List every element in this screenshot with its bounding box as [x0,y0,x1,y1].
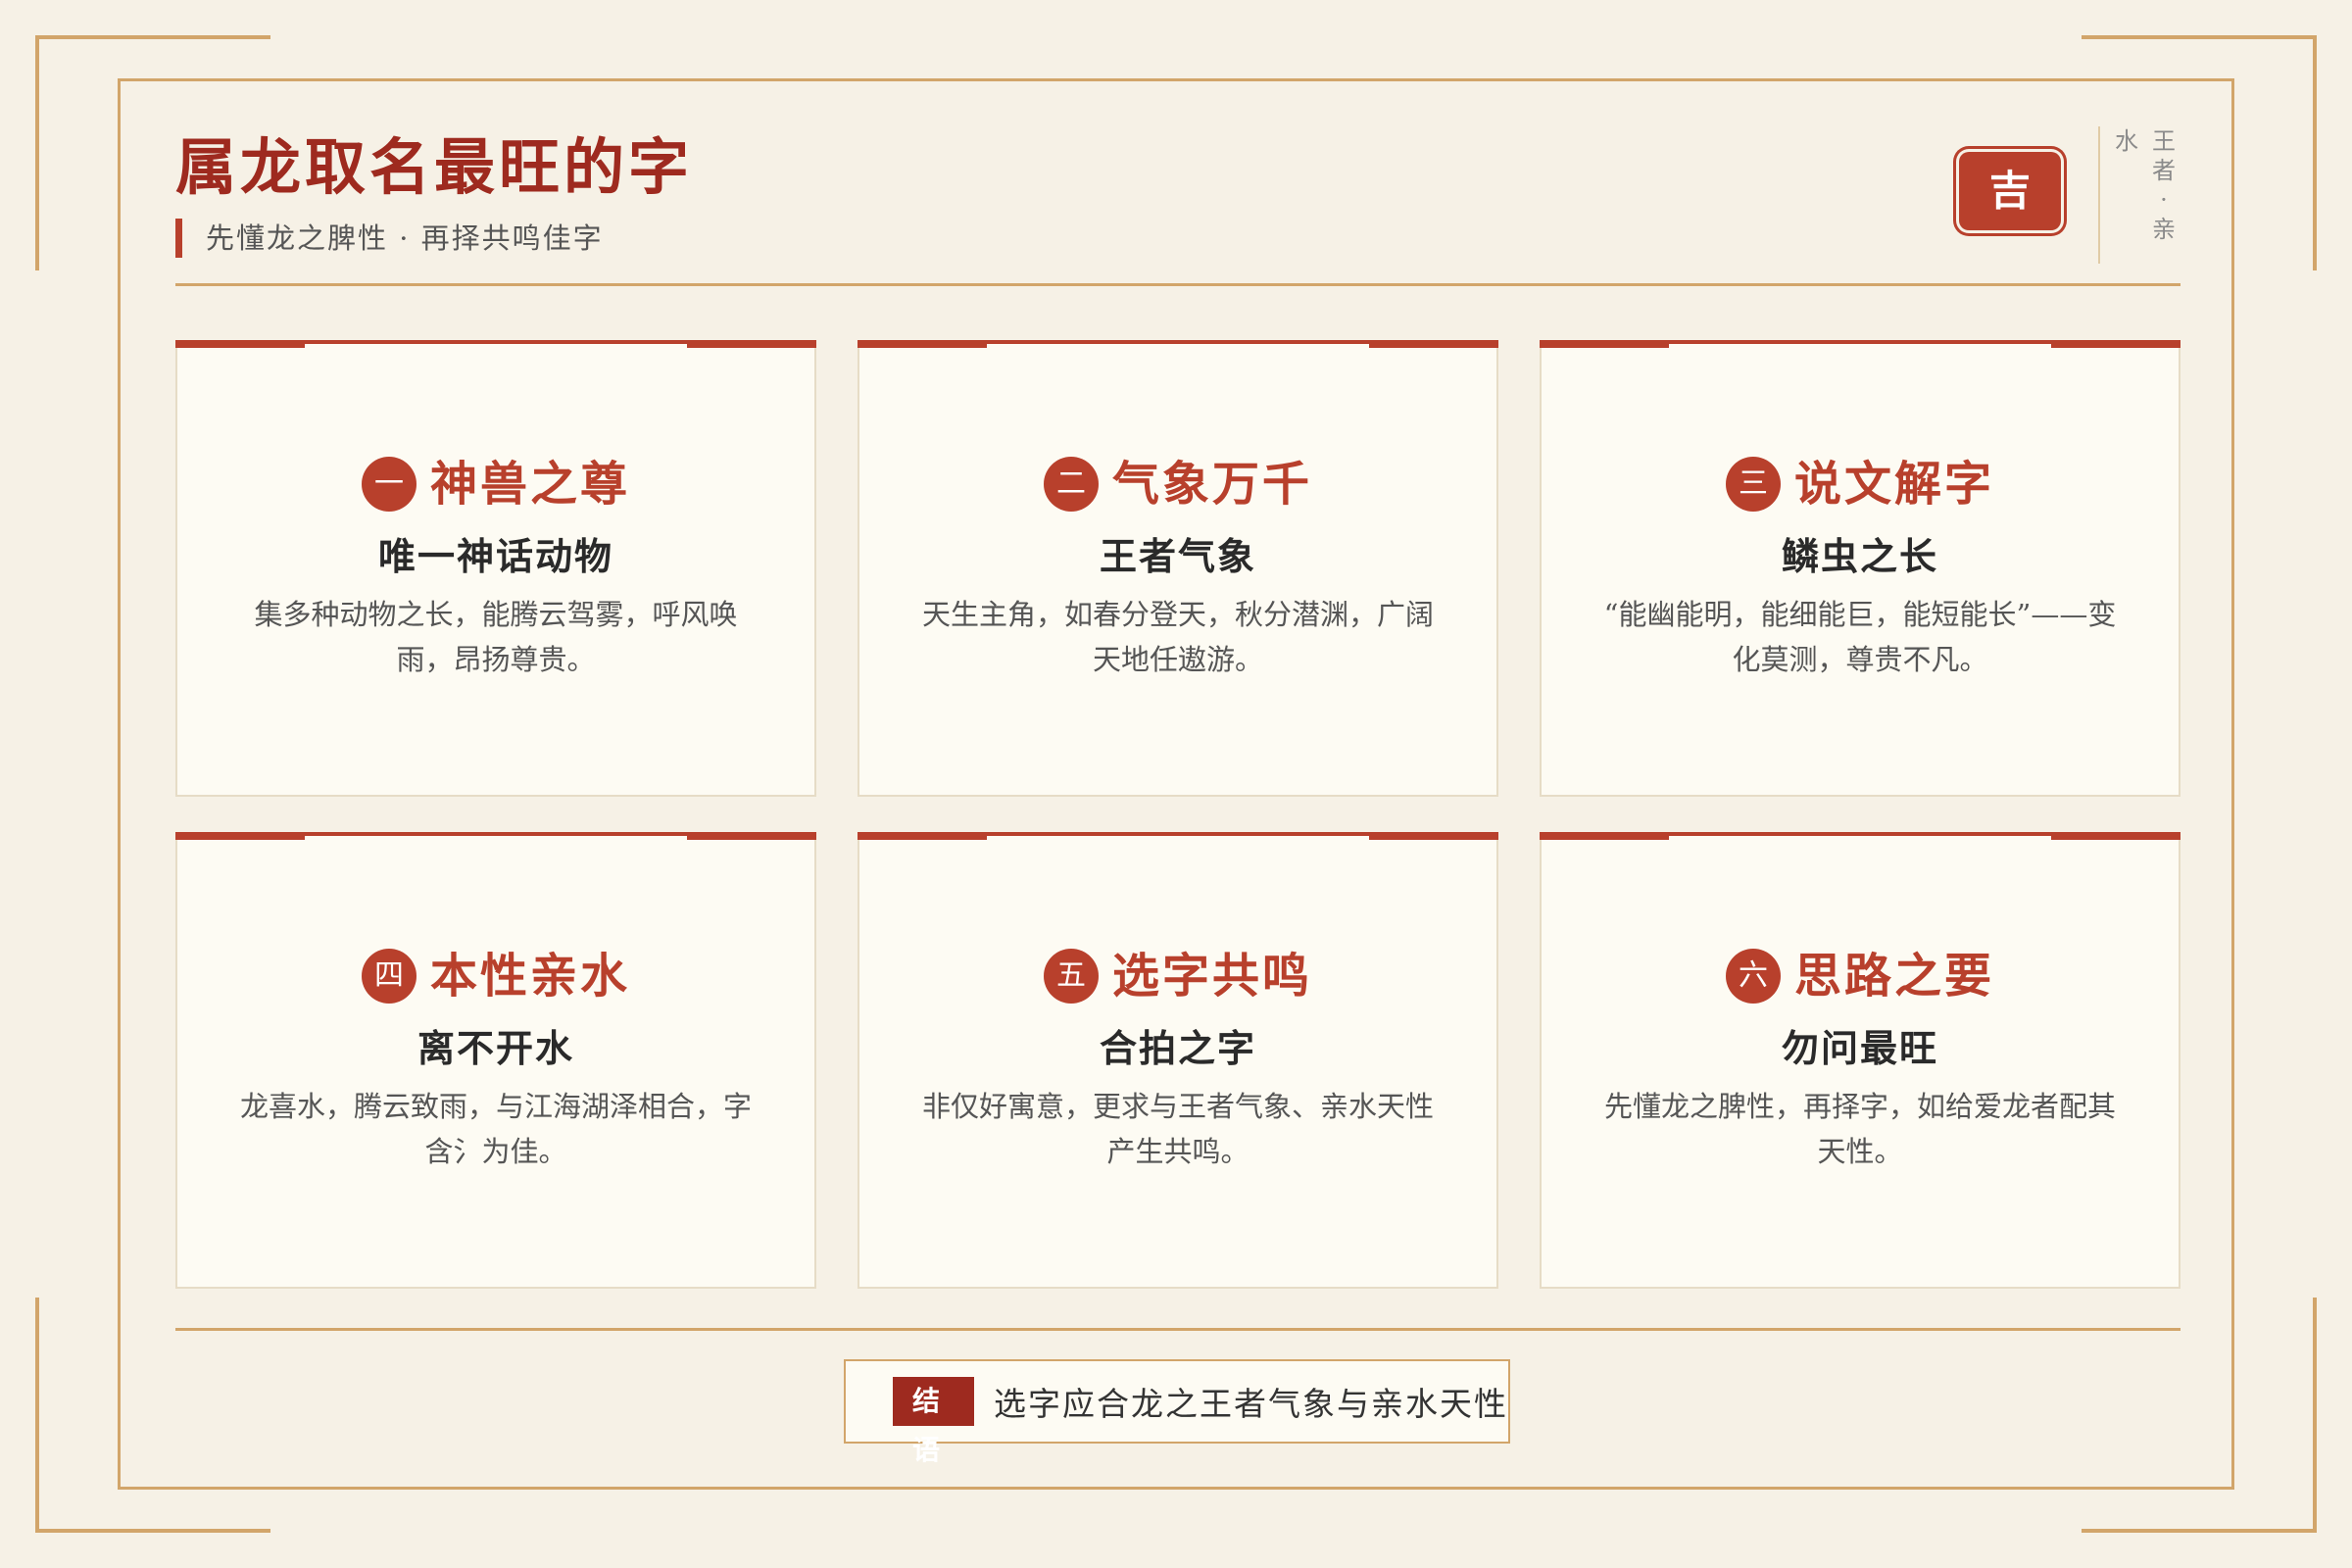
conclusion-box: 结语 选字应合龙之王者气象与亲水天性 [844,1359,1510,1466]
card-description: 非仅好寓意，更求与王者气象、亲水天性产生共鸣。 [921,1090,1434,1168]
card-title: 本性亲水 [429,949,630,1004]
vertical-divider [2098,126,2100,264]
card-header: 三 说文解字 [1725,455,1994,514]
seal-stamp: 吉 [1959,152,2061,230]
card-description: “能幽能明，能细能巨，能短能长”——变化莫测，尊贵不凡。 [1603,598,2117,676]
card-description: 先懂龙之脾性，再择字，如给爱龙者配其天性。 [1603,1090,2116,1168]
conclusion-tag: 结语 [893,1377,974,1466]
card-number-badge: 六 [1725,949,1781,1004]
card-description: 集多种动物之长，能腾云驾雾，呼风唤雨，昂扬尊贵。 [254,598,738,676]
card-3: 三 说文解字 鳞虫之长 “能幽能明，能细能巨，能短能长”——变化莫测，尊贵不凡。 [1540,340,2180,797]
card-title: 选字共鸣 [1111,949,1312,1004]
vertical-text-column-2: 水 [2112,126,2141,156]
card-2: 二 气象万千 王者气象 天生主角，如春分登天，秋分潜渊，广阔天地任遨游。 [858,340,1498,797]
conclusion-text: 选字应合龙之王者气象与亲水天性 [994,1385,1508,1423]
card-header: 六 思路之要 [1725,947,1994,1005]
content-frame: 属龙取名最旺的字 先懂龙之脾性 · 再择共鸣佳字 吉 王 者 · 亲 水 一 神… [118,78,2234,1490]
vertical-char: 者 [2152,157,2176,184]
card-grid: 一 神兽之尊 唯一神话动物 集多种动物之长，能腾云驾雾，呼风唤雨，昂扬尊贵。 二… [175,340,2180,1359]
card-subtitle: 鳞虫之长 [1781,534,1938,578]
card-5: 五 选字共鸣 合拍之字 非仅好寓意，更求与王者气象、亲水天性产生共鸣。 [858,832,1498,1289]
card-header: 四 本性亲水 [361,947,630,1005]
card-header: 二 气象万千 [1043,455,1312,514]
card-number-badge: 三 [1725,457,1781,512]
vertical-char: 亲 [2152,216,2176,243]
header: 属龙取名最旺的字 先懂龙之脾性 · 再择共鸣佳字 吉 王 者 · 亲 水 [175,126,2180,287]
card-6: 六 思路之要 勿问最旺 先懂龙之脾性，再择字，如给爱龙者配其天性。 [1540,832,2180,1289]
card-subtitle: 王者气象 [1099,534,1256,578]
card-subtitle: 离不开水 [416,1026,574,1070]
card-description: 龙喜水，腾云致雨，与江海湖泽相合，字含氵为佳。 [239,1090,752,1168]
card-1: 一 神兽之尊 唯一神话动物 集多种动物之长，能腾云驾雾，呼风唤雨，昂扬尊贵。 [175,340,816,797]
card-title: 思路之要 [1793,949,1994,1004]
card-number-badge: 一 [361,457,416,512]
card-4: 四 本性亲水 离不开水 龙喜水，腾云致雨，与江海湖泽相合，字含氵为佳。 [175,832,816,1289]
card-subtitle: 唯一神话动物 [377,534,613,578]
vertical-char: · [2160,186,2168,214]
card-description: 天生主角，如春分登天，秋分潜渊，广阔天地任遨游。 [921,598,1434,676]
card-subtitle: 合拍之字 [1099,1026,1256,1070]
footer-divider [175,1328,2180,1331]
page-subtitle: 先懂龙之脾性 · 再择共鸣佳字 [175,219,604,258]
header-divider [175,283,2180,286]
card-number-badge: 二 [1043,457,1099,512]
card-number-badge: 四 [361,949,416,1004]
card-title: 说文解字 [1793,457,1994,512]
card-header: 一 神兽之尊 [361,455,630,514]
card-title: 神兽之尊 [429,457,630,512]
vertical-char: 水 [2115,127,2138,155]
card-header: 五 选字共鸣 [1043,947,1312,1005]
card-title: 气象万千 [1111,457,1312,512]
vertical-char: 王 [2152,127,2176,155]
page-title: 属龙取名最旺的字 [175,131,694,203]
card-subtitle: 勿问最旺 [1781,1026,1938,1070]
card-number-badge: 五 [1043,949,1099,1004]
vertical-text-column-1: 王 者 · 亲 [2149,126,2179,244]
